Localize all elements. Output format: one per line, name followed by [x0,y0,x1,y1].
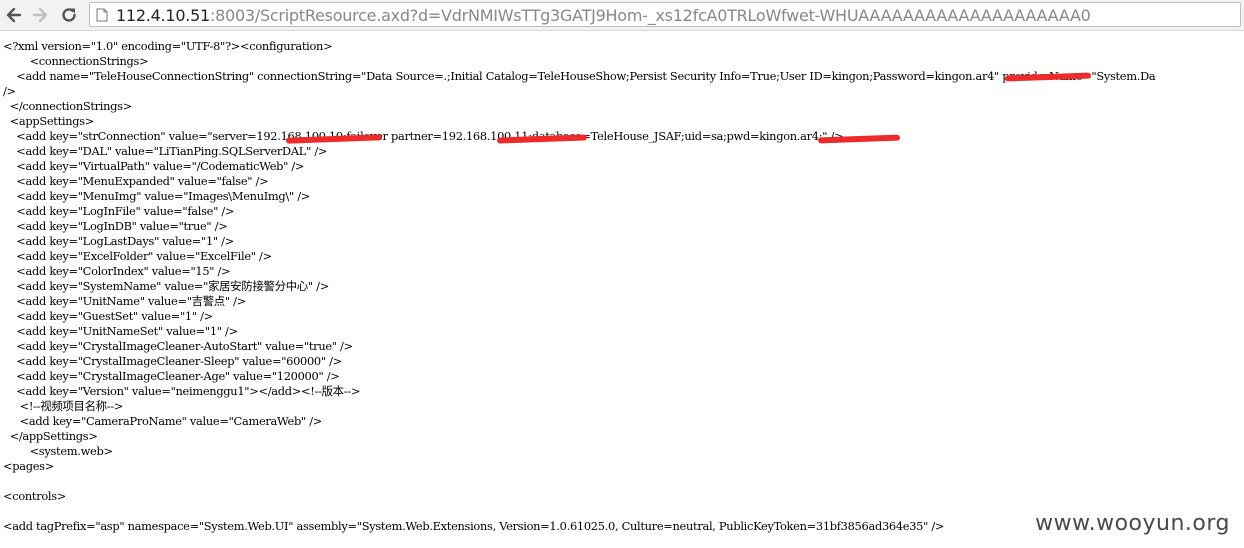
xml-line: <add key="CrystalImageCleaner-Sleep" val… [3,354,342,368]
page-icon [96,8,108,22]
forward-button[interactable] [28,3,52,27]
xml-line: <add key="MenuExpanded" value="false" /> [3,174,269,188]
xml-line: <add key="SystemName" value="家居安防接警分中心" … [3,279,329,293]
url-path: :8003/ScriptResource.axd?d=VdrNMIWsTTg3G… [209,6,1091,25]
xml-line: <!--视频项目名称--> [3,399,124,413]
xml-line: <controls> [3,489,67,503]
xml-line: <connectionStrings> [3,54,149,68]
xml-line: <appSettings> [3,114,95,128]
xml-line: </appSettings> [3,429,98,443]
xml-document: <?xml version="1.0" encoding="UTF-8"?><c… [0,32,1244,548]
xml-line: <add key="CrystalImageCleaner-AutoStart"… [3,339,353,353]
address-bar[interactable]: 112.4.10.51:8003/ScriptResource.axd?d=Vd… [89,2,1241,27]
back-arrow-icon [6,7,22,23]
xml-line: <add key="ColorIndex" value="15" /> [3,264,231,278]
xml-line: <add key="GuestSet" value="1" /> [3,309,213,323]
xml-line: <add key="Version" value="neimenggu1"></… [3,384,361,398]
xml-line: <add key="MenuImg" value="Images\MenuImg… [3,189,310,203]
xml-line: <add tagPrefix="asp" namespace="System.W… [3,519,945,533]
url-text: 112.4.10.51:8003/ScriptResource.axd?d=Vd… [116,6,1091,25]
url-host: 112.4.10.51 [116,6,210,25]
xml-line: <add key="VirtualPath" value="/Codematic… [3,159,305,173]
xml-line: <add key="DAL" value="LiTianPing.SQLServ… [3,144,328,158]
xml-line: <?xml version="1.0" encoding="UTF-8"?><c… [3,39,333,53]
xml-line: <add key="UnitNameSet" value="1" /> [3,324,238,338]
xml-line: <add key="CameraProName" value="CameraWe… [3,414,323,428]
xml-line: <add key="LogInFile" value="false" /> [3,204,235,218]
xml-line: <add name="TeleHouseConnectionString" co… [3,69,1156,83]
reload-button[interactable] [57,3,81,27]
xml-line: <add key="ExcelFolder" value="ExcelFile"… [3,249,272,263]
browser-toolbar: 112.4.10.51:8003/ScriptResource.axd?d=Vd… [0,0,1244,31]
xml-line: <system.web> [3,444,113,458]
xml-line: </connectionStrings> [3,99,133,113]
xml-line: <add key="CrystalImageCleaner-Age" value… [3,369,340,383]
xml-line: <add key="strConnection" value="server=1… [3,129,844,143]
xml-line: <add key="LogLastDays" value="1" /> [3,234,234,248]
reload-icon [62,8,76,22]
xml-line: /> [3,84,16,98]
xml-line: <pages> [3,459,54,473]
xml-line: <add key="UnitName" value="吉警点" /> [3,294,246,308]
xml-line: <add key="LogInDB" value="true" /> [3,219,228,233]
forward-arrow-icon [32,7,48,23]
back-button[interactable] [2,3,26,27]
watermark: www.wooyun.org [1035,511,1230,536]
